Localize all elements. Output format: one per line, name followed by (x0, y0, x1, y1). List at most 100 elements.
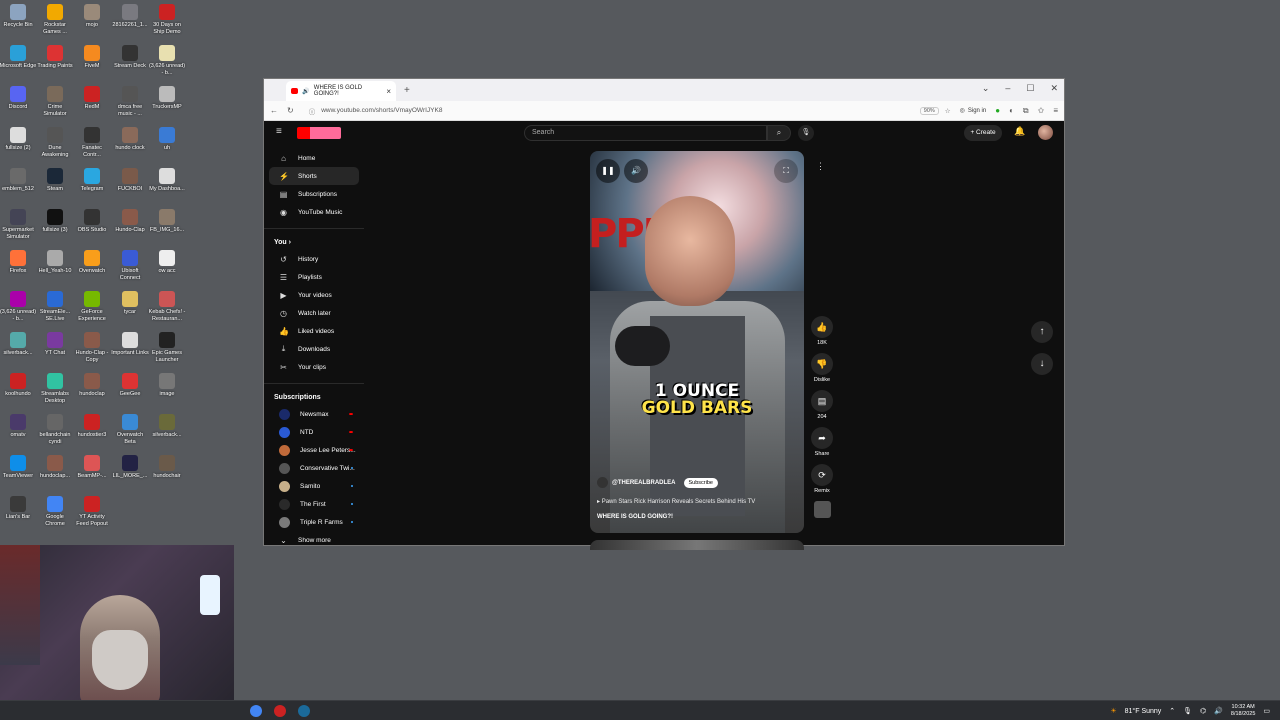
desktop-icon[interactable]: Trading Paints (36, 41, 74, 70)
desktop-icon[interactable]: tycar (111, 287, 149, 316)
browser-tab[interactable]: 🔊 WHERE IS GOLD GOING?! × (286, 81, 396, 101)
sidebar-item-your-videos[interactable]: ▶ Your videos (269, 286, 359, 304)
remix-button[interactable]: ⟳ (811, 464, 833, 486)
sidebar-item-downloads[interactable]: ⤓ Downloads (269, 340, 359, 358)
desktop-icon[interactable]: Lian's Bar (0, 492, 37, 521)
desktop-icon[interactable]: Rockstar Games ... (36, 0, 74, 35)
subscription-item[interactable]: Newsmax (269, 405, 359, 423)
fullscreen-button[interactable]: ⛶ (774, 159, 798, 183)
subscription-item[interactable]: The First (269, 495, 359, 513)
subscription-item[interactable]: Samito (269, 477, 359, 495)
zoom-indicator[interactable]: 90% (919, 106, 939, 115)
sidebar-item-playlists[interactable]: ☰ Playlists (269, 268, 359, 286)
desktop-icon[interactable]: TruckersMP (148, 82, 186, 111)
desktop-icon[interactable]: 30 Days on Ship Demo (148, 0, 186, 35)
desktop-icon[interactable]: fullsize (3) (36, 205, 74, 234)
tab-close-icon[interactable]: × (386, 87, 391, 96)
subscription-item[interactable]: Jesse Lee Peters... (269, 441, 359, 459)
desktop-icon[interactable]: bellandchain cyndi (36, 410, 74, 445)
desktop-icon[interactable]: FiveM (73, 41, 111, 70)
comments-button[interactable]: ▤ (811, 390, 833, 412)
share-button[interactable]: ➦ (811, 427, 833, 449)
sidebar-item-liked-videos[interactable]: 👍 Liked videos (269, 322, 359, 340)
desktop-icon[interactable]: Hundo-Clap (111, 205, 149, 234)
desktop-icon[interactable]: emblem_512 (0, 164, 37, 193)
desktop-icon[interactable]: GeForce Experience (73, 287, 111, 322)
desktop-icon[interactable]: Steam (36, 164, 74, 193)
desktop-icon[interactable]: Important Links (111, 328, 149, 357)
next-short-button[interactable]: ↓ (1031, 353, 1053, 375)
desktop-icon[interactable]: ow acc (148, 246, 186, 275)
desktop-icon[interactable]: FUCKBOI (111, 164, 149, 193)
site-info-icon[interactable]: ⓘ (309, 106, 316, 116)
desktop-icon[interactable]: FB_IMG_16... (148, 205, 186, 234)
video-description[interactable]: ▸ Pawn Stars Rick Harrison Reveals Secre… (597, 498, 755, 505)
desktop-icon[interactable]: Recycle Bin (0, 0, 37, 29)
desktop-icon[interactable]: Firefox (0, 246, 37, 275)
voice-search-button[interactable]: 🎙 (798, 125, 814, 141)
search-input[interactable]: Search (524, 125, 767, 141)
more-options-icon[interactable]: ⋮ (816, 161, 825, 172)
maximize-button[interactable]: ☐ (1026, 83, 1034, 94)
sidebar-item-watch-later[interactable]: ◷ Watch later (269, 304, 359, 322)
previous-short-button[interactable]: ↑ (1031, 321, 1053, 343)
desktop-icon[interactable]: Kebab Chefs! - Restauran... (148, 287, 186, 322)
desktop-icon[interactable]: RedM (73, 82, 111, 111)
create-button[interactable]: + Create (964, 125, 1002, 141)
minimize-button[interactable]: – (1005, 83, 1010, 94)
desktop-icon[interactable]: OBS Studio (73, 205, 111, 234)
desktop-icon[interactable]: Discord (0, 82, 37, 111)
sidebar-item-home[interactable]: ⌂ Home (269, 149, 359, 167)
desktop-icon[interactable]: Microsoft Edge (0, 41, 37, 70)
reload-button[interactable]: ↻ (287, 106, 294, 115)
favorites-bar-icon[interactable]: ✩ (1038, 106, 1045, 115)
desktop-icon[interactable]: 28162261_1... (111, 0, 149, 29)
dislike-button[interactable]: 👎 (811, 353, 833, 375)
chrome-taskbar-icon[interactable] (250, 705, 262, 717)
desktop-icon[interactable]: LIL_MORE_... (111, 451, 149, 480)
desktop-icon[interactable]: TeamViewer (0, 451, 37, 480)
tab-list-icon[interactable]: ⌄ (982, 83, 990, 94)
weather-icon[interactable]: ☀ (1110, 707, 1116, 715)
desktop-icon[interactable]: silverback... (0, 328, 37, 357)
desktop-icon[interactable]: Supermarket Simulator (0, 205, 37, 240)
desktop-icon[interactable]: Google Chrome (36, 492, 74, 527)
microphone-tray-icon[interactable]: 🎙 (1183, 707, 1192, 715)
desktop-icon[interactable]: Overwatch (73, 246, 111, 275)
subscribe-button[interactable]: Subscribe (683, 477, 718, 488)
desktop-icon[interactable]: BeamMP-... (73, 451, 111, 480)
app-taskbar-icon[interactable] (274, 705, 286, 717)
subscription-item[interactable]: Triple R Farms (269, 513, 359, 531)
desktop-icon[interactable]: Crime Simulator (36, 82, 74, 117)
desktop-icon[interactable]: Dune Awakening (36, 123, 74, 158)
like-button[interactable]: 👍 (811, 316, 833, 338)
steam-taskbar-icon[interactable] (298, 705, 310, 717)
weather-text[interactable]: 81°F Sunny (1125, 708, 1162, 715)
speaker-icon[interactable]: 🔊 (302, 88, 309, 95)
desktop-icon[interactable]: Ubisoft Connect (111, 246, 149, 281)
sync-icon[interactable]: ◐ (1009, 106, 1014, 115)
browser-signin-button[interactable]: ◎ Sign in (960, 107, 987, 115)
desktop-icon[interactable]: image (148, 369, 186, 398)
channel-avatar[interactable] (597, 477, 608, 488)
desktop-icon[interactable]: Streamlabs Desktop (36, 369, 74, 404)
desktop-icon[interactable]: GeeGee (111, 369, 149, 398)
volume-button[interactable]: 🔊 (624, 159, 648, 183)
sidebar-item-youtube-music[interactable]: ◉ YouTube Music (269, 203, 359, 221)
desktop-icon[interactable]: hundo clock (111, 123, 149, 152)
tray-chevron-icon[interactable]: ⌃ (1169, 707, 1175, 715)
favorite-star-icon[interactable]: ☆ (945, 107, 951, 115)
desktop-icon[interactable]: fullsize (2) (0, 123, 37, 152)
desktop-icon[interactable]: koolhundo (0, 369, 37, 398)
desktop-icon[interactable]: Telegram (73, 164, 111, 193)
notifications-icon[interactable]: ▭ (1263, 707, 1270, 715)
desktop-icon[interactable]: StreamEle... SE.Live (36, 287, 74, 322)
desktop-icon[interactable]: hundoclap... (36, 451, 74, 480)
browser-menu-icon[interactable]: ≡ (1053, 106, 1058, 115)
youtube-logo[interactable] (297, 127, 341, 139)
desktop-icon[interactable]: Epic Games Launcher (148, 328, 186, 363)
next-short-preview[interactable] (590, 540, 804, 550)
collections-icon[interactable]: ⧉ (1023, 106, 1029, 116)
desktop-icon[interactable]: uh (148, 123, 186, 152)
desktop-icon[interactable]: Hundo-Clap - Copy (73, 328, 111, 363)
